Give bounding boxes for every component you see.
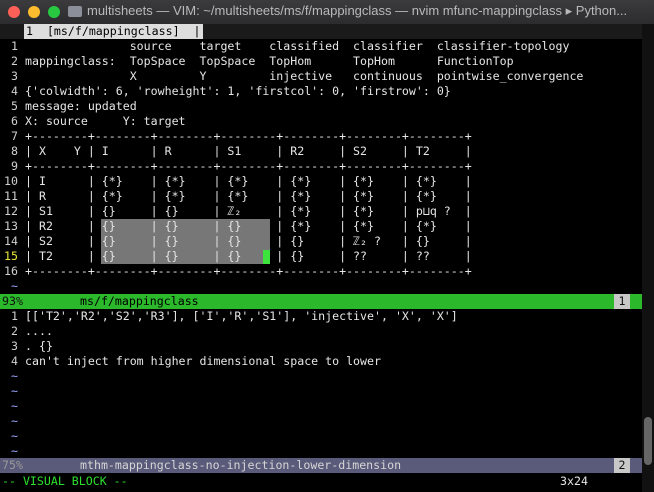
line-text: [['T2','R2','S2','R3'], ['I','R','S1'], … [25, 309, 458, 323]
editor-line[interactable]: 4 can't inject from higher dimensional sp… [0, 354, 642, 369]
editor-line[interactable]: ~ [0, 429, 642, 444]
editor-line[interactable]: ~ [0, 279, 642, 294]
tab-mappingclass[interactable]: 1 [ms/f/mappingclass] | [24, 24, 203, 39]
editor-line[interactable]: ~ [0, 414, 642, 429]
line-text: +--------+--------+--------+--------+---… [25, 129, 472, 143]
window-number-badge: 1 [614, 294, 630, 309]
scroll-percent: 75% [2, 458, 23, 472]
empty-line-marker: ~ [11, 369, 18, 383]
status-filename: ms/f/mappingclass [80, 294, 199, 308]
editor-line[interactable]: 3 . {} [0, 339, 642, 354]
close-window-button[interactable] [8, 6, 20, 18]
line-text: | I | {*} | {*} | {*} | {*} | {*} | {*} … [25, 174, 472, 188]
line-text: +--------+--------+--------+--------+---… [25, 159, 472, 173]
line-number: 6 [11, 114, 18, 128]
folder-icon [68, 6, 82, 17]
line-text: X: source Y: target [25, 114, 186, 128]
line-text: .... [25, 324, 53, 338]
line-number: 3 [11, 339, 18, 353]
editor-line[interactable]: 3 X Y injective continuous pointwise_con… [0, 69, 642, 84]
empty-line-marker: ~ [11, 399, 18, 413]
editor-line[interactable]: 16 +--------+--------+--------+--------+-… [0, 264, 642, 279]
editor-line[interactable]: 4 {'colwidth': 6, 'rowheight': 1, 'firstc… [0, 84, 642, 99]
editor-line[interactable]: 1 [['T2','R2','S2','R3'], ['I','R','S1'],… [0, 309, 642, 324]
editor-line[interactable]: 8 | X Y | I | R | S1 | R2 | S2 | T2 | [0, 144, 642, 159]
line-number: 16 [4, 264, 18, 278]
minimize-window-button[interactable] [28, 6, 40, 18]
line-text: | T2 | {} | {} | {} | {} | ?? | ?? | [25, 249, 472, 263]
line-text: X Y injective continuous pointwise_conve… [25, 69, 584, 83]
scroll-percent: 93% [2, 294, 23, 308]
editor-line[interactable]: 15 | T2 | {} | {} | {} | {} | ?? | ?? | [0, 249, 642, 264]
line-number: 3 [11, 69, 18, 83]
line-text: message: updated [25, 99, 137, 113]
editor-line[interactable]: 7 +--------+--------+--------+--------+--… [0, 129, 642, 144]
line-number: 12 [4, 204, 18, 218]
line-text: mappingclass: TopSpace TopSpace TopHom T… [25, 54, 514, 68]
line-number: 9 [11, 159, 18, 173]
terminal-area[interactable]: 1 [ms/f/mappingclass] | 1 source target … [0, 24, 654, 492]
editor-line[interactable]: ~ [0, 444, 642, 459]
empty-line-marker: ~ [11, 279, 18, 293]
editor-line[interactable]: ~ [0, 399, 642, 414]
zoom-window-button[interactable] [48, 6, 60, 18]
line-number: 4 [11, 84, 18, 98]
line-number: 8 [11, 144, 18, 158]
scrollbar[interactable] [642, 24, 654, 492]
editor-line[interactable]: 2 mappingclass: TopSpace TopSpace TopHom … [0, 54, 642, 69]
line-text: can't inject from higher dimensional spa… [25, 354, 381, 368]
editor-line[interactable]: 6 X: source Y: target [0, 114, 642, 129]
line-text: +--------+--------+--------+--------+---… [25, 264, 472, 278]
line-text: | S1 | {} | {} | ℤ₂ | {*} | {*} | p⊔q ? … [25, 204, 472, 218]
window-title: multisheets — VIM: ~/multisheets/ms/f/ma… [87, 3, 628, 18]
line-text: | X Y | I | R | S1 | R2 | S2 | T2 | [25, 144, 472, 158]
line-number: 14 [4, 234, 18, 248]
editor-line[interactable]: ~ [0, 369, 642, 384]
line-number: 2 [11, 324, 18, 338]
scrollbar-thumb[interactable] [644, 417, 652, 465]
line-number: 5 [11, 99, 18, 113]
window-titlebar: multisheets — VIM: ~/multisheets/ms/f/ma… [0, 0, 654, 25]
editor-line[interactable]: 1 source target classified classifier cl… [0, 39, 642, 54]
line-number: 13 [4, 219, 18, 233]
window-number-badge: 2 [614, 458, 630, 473]
editor-line[interactable]: 9 +--------+--------+--------+--------+--… [0, 159, 642, 174]
line-text: {'colwidth': 6, 'rowheight': 1, 'firstco… [25, 84, 451, 98]
vim-tabline: 1 [ms/f/mappingclass] | [0, 24, 642, 39]
line-number: 7 [11, 129, 18, 143]
line-number: 11 [4, 189, 18, 203]
line-number: 1 [11, 309, 18, 323]
line-number: 2 [11, 54, 18, 68]
line-text: source target classified classifier clas… [25, 39, 570, 53]
line-text: | R2 | {} | {} | {} | {*} | {*} | {*} | [25, 219, 472, 233]
line-number: 1 [11, 39, 18, 53]
editor-line[interactable]: 12 | S1 | {} | {} | ℤ₂ | {*} | {*} | p⊔q … [0, 204, 642, 219]
mode-line: -- VISUAL BLOCK -- 3x24 [0, 474, 642, 489]
line-number: 4 [11, 354, 18, 368]
status-filename: mthm-mappingclass-no-injection-lower-dim… [80, 458, 402, 472]
editor-line[interactable]: ~ [0, 384, 642, 399]
editor-line[interactable]: 13 | R2 | {} | {} | {} | {*} | {*} | {*} … [0, 219, 642, 234]
selection-size: 3x24 [560, 474, 588, 488]
status-line-bottom: 75% mthm-mappingclass-no-injection-lower… [0, 458, 642, 473]
empty-line-marker: ~ [11, 429, 18, 443]
line-text: | R | {*} | {*} | {*} | {*} | {*} | {*} … [25, 189, 472, 203]
editor-line[interactable]: 14 | S2 | {} | {} | {} | {} | ℤ₂ ? | {} | [0, 234, 642, 249]
status-line-top: 93% ms/f/mappingclass 1 [0, 294, 642, 309]
line-text: | S2 | {} | {} | {} | {} | ℤ₂ ? | {} | [25, 234, 472, 248]
mode-indicator: -- VISUAL BLOCK -- [2, 474, 128, 488]
editor-line[interactable]: 10 | I | {*} | {*} | {*} | {*} | {*} | {*… [0, 174, 642, 189]
editor-line[interactable]: 11 | R | {*} | {*} | {*} | {*} | {*} | {*… [0, 189, 642, 204]
editor-line[interactable]: 2.... [0, 324, 642, 339]
empty-line-marker: ~ [11, 384, 18, 398]
empty-line-marker: ~ [11, 444, 18, 458]
line-number: 15 [4, 249, 18, 263]
editor-line[interactable]: 5 message: updated [0, 99, 642, 114]
line-text: . {} [25, 339, 53, 353]
empty-line-marker: ~ [11, 414, 18, 428]
line-number: 10 [4, 174, 18, 188]
